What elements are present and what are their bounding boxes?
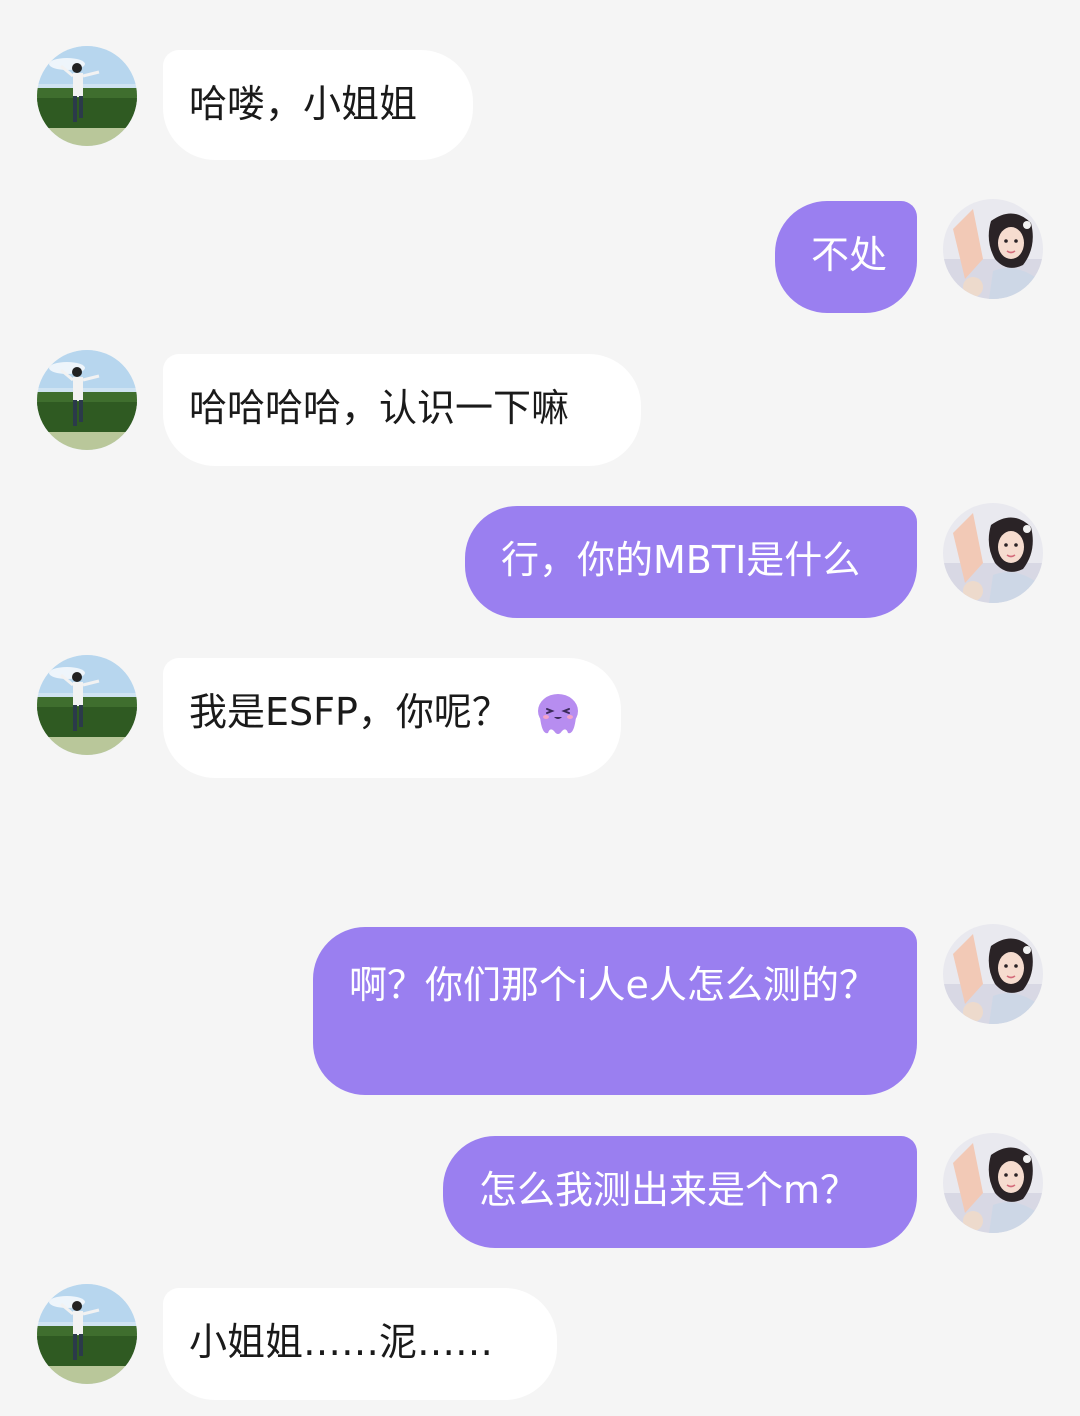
message-text: 哈喽，小姐姐 — [189, 82, 418, 126]
outgoing-message-bubble[interactable]: 行，你的MBTI是什么 — [465, 506, 917, 618]
my-avatar[interactable] — [943, 924, 1043, 1024]
message-text: 啊？你们那个i人e人怎么测的？ — [349, 963, 877, 1007]
message-text: 哈哈哈哈，认识一下嘛 — [189, 386, 570, 430]
contact-avatar[interactable] — [37, 1284, 137, 1384]
incoming-message-bubble[interactable]: 我是ESFP，你呢？ — [163, 658, 621, 778]
my-avatar[interactable] — [943, 199, 1043, 299]
incoming-message-bubble[interactable]: 哈哈哈哈，认识一下嘛 — [163, 354, 641, 466]
incoming-message-bubble[interactable]: 哈喽，小姐姐 — [163, 50, 473, 160]
message-text: 不处 — [811, 233, 888, 277]
contact-avatar[interactable] — [37, 350, 137, 450]
outgoing-message-bubble[interactable]: 怎么我测出来是个m？ — [443, 1136, 917, 1248]
my-avatar[interactable] — [943, 503, 1043, 603]
incoming-message-bubble[interactable]: 小姐姐……泥…… — [163, 1288, 557, 1400]
contact-avatar[interactable] — [37, 46, 137, 146]
message-text: 小姐姐……泥…… — [189, 1320, 494, 1364]
message-text: 行，你的MBTI是什么 — [501, 538, 861, 582]
my-avatar[interactable] — [943, 1133, 1043, 1233]
message-text: 怎么我测出来是个m？ — [479, 1168, 859, 1212]
contact-avatar[interactable] — [37, 655, 137, 755]
outgoing-message-bubble[interactable]: 啊？你们那个i人e人怎么测的？ — [313, 927, 917, 1095]
message-text: 我是ESFP，你呢？ — [189, 690, 510, 734]
purple-octopus-emoji-icon — [530, 687, 586, 743]
outgoing-message-bubble[interactable]: 不处 — [775, 201, 917, 313]
